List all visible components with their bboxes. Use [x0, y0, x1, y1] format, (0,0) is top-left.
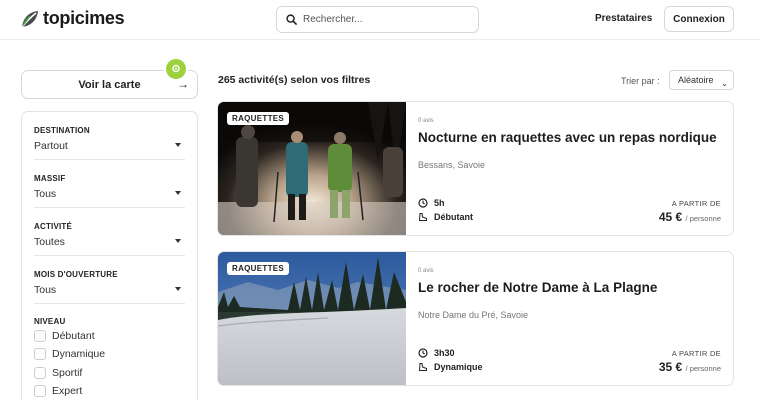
filter-value: Tous	[34, 188, 57, 200]
sort-select[interactable]: Aléatoire ⌄	[669, 70, 734, 90]
sort-label: Trier par :	[621, 76, 660, 86]
level-value: Dynamique	[434, 362, 483, 372]
checkbox-label: Expert	[52, 385, 83, 398]
header: topicimes Prestataires Connexion	[0, 0, 760, 40]
clock-icon	[418, 198, 428, 208]
activity-badge: RAQUETTES	[227, 112, 290, 125]
filter-opening-month[interactable]: MOIS D'OUVERTURE Tous	[34, 256, 185, 304]
checkbox[interactable]	[34, 329, 46, 342]
filter-value: Partout	[34, 140, 68, 152]
checkbox[interactable]	[34, 366, 46, 379]
nav-link-providers[interactable]: Prestataires	[595, 13, 652, 24]
filter-value: Tous	[34, 284, 57, 296]
activity-level: Dynamique	[418, 362, 483, 372]
filter-level-title: NIVEAU	[34, 317, 66, 326]
filter-title: MASSIF	[34, 174, 66, 183]
activity-photo[interactable]: RAQUETTES	[218, 102, 406, 235]
level-shoe-icon	[418, 363, 427, 371]
filter-title: MOIS D'OUVERTURE	[34, 270, 118, 279]
activity-photo[interactable]: RAQUETTES	[218, 252, 406, 385]
activity-price: 45 € / personne	[659, 210, 721, 224]
level-value: Débutant	[434, 212, 473, 222]
reviews-count: 0 avis	[418, 268, 434, 274]
filters-panel: DESTINATION Partout MASSIF Tous ACTIVITÉ…	[21, 111, 198, 400]
price-value: 45 €	[658, 210, 683, 224]
leaf-logo-icon	[21, 10, 38, 28]
logo-text: topicimes	[43, 8, 125, 28]
level-shoe-icon	[418, 213, 427, 221]
chevron-down-icon	[175, 143, 181, 147]
search-input[interactable]	[303, 14, 463, 25]
activity-location: Notre Dame du Pré, Savoie	[418, 310, 529, 320]
filter-massif[interactable]: MASSIF Tous	[34, 160, 185, 208]
level-option-expert[interactable]: Expert	[34, 383, 185, 400]
reviews-count: 0 avis	[418, 118, 434, 124]
duration-value: 3h30	[434, 348, 455, 358]
activity-title[interactable]: Le rocher de Notre Dame à La Plagne	[418, 280, 657, 295]
filter-title: DESTINATION	[34, 126, 90, 135]
logo[interactable]: topicimes	[20, 8, 125, 29]
price-unit: / personne	[685, 364, 721, 373]
search-box[interactable]	[276, 6, 479, 33]
checkbox[interactable]	[34, 385, 46, 398]
duration-value: 5h	[434, 198, 445, 208]
chevron-down-icon: ⌄	[721, 79, 728, 88]
filter-activity[interactable]: ACTIVITÉ Toutes	[34, 208, 185, 256]
level-option-debutant[interactable]: Débutant	[34, 327, 185, 345]
checkbox-label: Dynamique	[52, 348, 106, 361]
checkbox-label: Débutant	[52, 329, 95, 342]
activity-duration: 3h30	[418, 348, 455, 358]
price-from-label: A PARTIR DE	[671, 199, 721, 208]
activity-badge: RAQUETTES	[227, 262, 290, 275]
chevron-down-icon	[175, 287, 181, 291]
filter-destination[interactable]: DESTINATION Partout	[34, 112, 185, 160]
chevron-down-icon	[175, 191, 181, 195]
login-button[interactable]: Connexion	[664, 6, 734, 32]
price-value: 35 €	[658, 360, 683, 374]
activity-duration: 5h	[418, 198, 445, 208]
price-unit: / personne	[685, 214, 721, 223]
chevron-down-icon	[175, 239, 181, 243]
map-pin-icon	[166, 59, 186, 79]
checkbox[interactable]	[34, 348, 46, 361]
view-map-label: Voir la carte	[78, 79, 141, 91]
clock-icon	[418, 348, 428, 358]
sort-value: Aléatoire	[678, 75, 714, 85]
results-count: 265 activité(s) selon vos filtres	[218, 74, 371, 86]
price-from-label: A PARTIR DE	[671, 349, 721, 358]
activity-location: Bessans, Savoie	[418, 160, 486, 170]
search-icon	[286, 14, 297, 25]
filter-title: ACTIVITÉ	[34, 222, 73, 231]
checkbox-label: Sportif	[52, 366, 83, 379]
activity-title[interactable]: Nocturne en raquettes avec un repas nord…	[418, 130, 717, 145]
level-option-sportif[interactable]: Sportif	[34, 364, 185, 382]
activity-level: Débutant	[418, 212, 473, 222]
arrow-right-icon: →	[177, 77, 189, 91]
filter-value: Toutes	[34, 236, 65, 248]
activity-price: 35 € / personne	[659, 360, 721, 374]
activity-card[interactable]: RAQUETTES 0 avis Nocturne en raquettes a…	[217, 101, 734, 236]
activity-card[interactable]: RAQUETTES 0 avis Le rocher de Notre Dame…	[217, 251, 734, 386]
level-option-dynamique[interactable]: Dynamique	[34, 346, 185, 364]
